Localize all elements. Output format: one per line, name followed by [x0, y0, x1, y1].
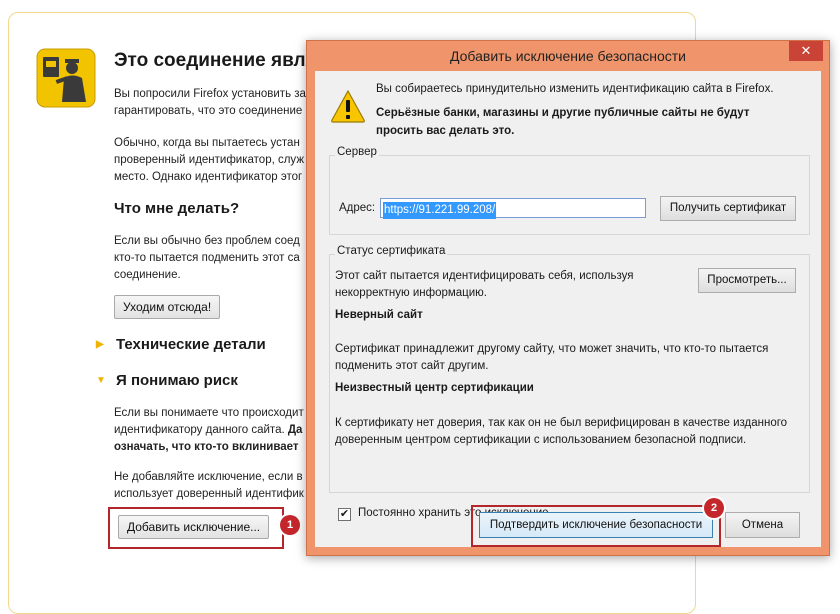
view-certificate-button[interactable]: Просмотреть... — [698, 268, 796, 293]
step-badge-1: 1 — [280, 515, 300, 535]
add-security-exception-dialog: Добавить исключение безопасности ✕ Вы со… — [306, 40, 830, 556]
server-group — [329, 155, 810, 235]
triangle-right-icon: ▶ — [96, 339, 104, 350]
dialog-intro: Вы собираетесь принудительно изменить ид… — [376, 83, 774, 95]
intro-line-1: Вы попросили Firefox установить за — [114, 88, 306, 100]
address-label: Адрес: — [339, 202, 376, 214]
permanent-checkbox[interactable]: ✔ — [338, 508, 351, 521]
step-badge-2: 2 — [704, 498, 724, 518]
explain-line-3: место. Однако идентификатор этог — [114, 171, 303, 183]
advice-line-1: Если вы обычно без проблем соед — [114, 235, 300, 247]
security-officer-icon — [36, 48, 96, 108]
risk-line-3: означать, что кто-то вклинивает — [114, 441, 299, 453]
get-me-out-button[interactable]: Уходим отсюда! — [114, 295, 221, 319]
explain-line-1: Обычно, когда вы пытаетесь устан — [114, 137, 300, 149]
unknown-ca-text: К сертификату нет доверия, так как он не… — [335, 417, 788, 446]
address-input[interactable]: https://91.221.99.208/ — [380, 198, 646, 219]
technical-details-label: Технические детали — [116, 336, 266, 353]
caution-line-1: Не добавляйте исключение, если в — [114, 471, 303, 483]
intro-line-2: гарантировать, что это соединение — [114, 105, 303, 117]
page-title: Это соединение явля — [114, 50, 317, 71]
address-value: https://91.221.99.208/ — [383, 202, 497, 219]
get-certificate-button[interactable]: Получить сертификат — [660, 196, 796, 221]
confirm-exception-button[interactable]: Подтвердить исключение безопасности — [479, 512, 713, 538]
advice-line-3: соединение. — [114, 269, 181, 281]
dialog-body: Вы собираетесь принудительно изменить ид… — [315, 71, 821, 547]
advice-line-2: кто-то пытается подменить этот са — [114, 252, 300, 264]
warning-icon — [330, 89, 366, 123]
wrong-site-text: Сертификат принадлежит другому сайту, чт… — [335, 343, 769, 372]
technical-details-toggle[interactable]: ▶ Технические детали — [96, 336, 266, 353]
add-exception-button[interactable]: Добавить исключение... — [118, 515, 270, 539]
dialog-title: Добавить исключение безопасности — [449, 48, 687, 64]
understand-risk-toggle[interactable]: ▼ Я понимаю риск — [96, 372, 238, 389]
risk-line-1: Если вы понимаете что происходит — [114, 407, 304, 419]
dialog-warning: Серьёзные банки, магазины и другие публи… — [376, 107, 750, 137]
server-legend: Сервер — [335, 146, 379, 158]
what-to-do-heading: Что мне делать? — [114, 200, 240, 217]
unknown-ca-heading: Неизвестный центр сертификации — [335, 382, 534, 394]
cancel-button[interactable]: Отмена — [725, 512, 800, 538]
explain-line-2: проверенный идентификатор, служ — [114, 154, 305, 166]
wrong-site-heading: Неверный сайт — [335, 309, 423, 321]
caution-line-2: использует доверенный идентифик — [114, 488, 304, 500]
triangle-down-icon: ▼ — [96, 375, 106, 386]
close-icon[interactable]: ✕ — [789, 41, 823, 61]
risk-line-2-bold: Да — [287, 424, 303, 436]
risk-line-2-text: идентификатору данного сайта. — [114, 424, 288, 436]
risk-line-2: идентификатору данного сайта. Да — [114, 422, 302, 439]
understand-risk-label: Я понимаю риск — [116, 372, 238, 389]
certificate-status-legend: Статус сертификата — [335, 245, 448, 257]
